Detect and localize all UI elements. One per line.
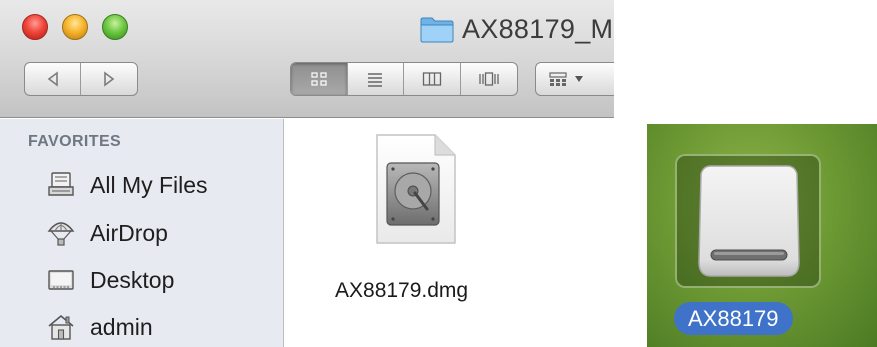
file-name: AX88179.dmg	[335, 279, 469, 302]
icon-view-button[interactable]	[291, 63, 348, 95]
back-arrow-icon	[47, 71, 58, 87]
arrange-menu-button[interactable]	[535, 62, 614, 96]
sidebar-item-label: AirDrop	[90, 219, 168, 246]
desktop-icon	[48, 270, 74, 290]
close-button[interactable]	[22, 14, 48, 40]
forward-arrow-icon	[104, 71, 115, 87]
sidebar-item-admin[interactable]: admin	[46, 309, 153, 345]
column-view-icon	[422, 72, 441, 86]
finder-content-area: AX88179.dmg	[285, 119, 614, 347]
list-view-icon	[368, 73, 383, 87]
icon-view-icon	[311, 72, 327, 86]
view-mode-control	[290, 62, 518, 96]
drive-name-label[interactable]: AX88179	[674, 302, 793, 335]
back-forward-control	[24, 62, 138, 96]
window-title: AX88179_M	[420, 12, 613, 46]
sidebar-item-label: All My Files	[90, 171, 208, 198]
sidebar-item-label: admin	[90, 313, 153, 340]
cover-flow-icon	[479, 72, 499, 86]
sidebar-item-all-my-files[interactable]: All My Files	[46, 167, 208, 203]
sidebar-heading-favorites: FAVORITES	[28, 133, 122, 150]
back-button[interactable]	[25, 63, 82, 95]
cover-flow-button[interactable]	[461, 63, 518, 95]
folder-icon	[420, 17, 454, 43]
arrange-menu-content	[536, 63, 614, 95]
desktop-background: AX88179	[647, 124, 877, 347]
finder-sidebar: FAVORITES All My Files AirDrop Desktop a…	[0, 119, 284, 347]
all-my-files-icon	[48, 172, 74, 196]
finder-window: AX88179_M FAVORITES All My Files AirDrop…	[0, 0, 614, 347]
chevron-down-icon	[575, 76, 583, 82]
zoom-button[interactable]	[102, 14, 128, 40]
home-icon	[48, 314, 74, 340]
minimize-button[interactable]	[62, 14, 88, 40]
disk-image-icon	[376, 134, 456, 244]
arrange-menu-icon	[549, 72, 567, 86]
list-view-button[interactable]	[348, 63, 404, 95]
external-drive-icon	[698, 165, 800, 277]
finder-toolbar: AX88179_M	[0, 0, 614, 118]
column-view-button[interactable]	[404, 63, 461, 95]
airdrop-icon	[47, 222, 75, 246]
window-title-text: AX88179_M	[462, 13, 614, 44]
sidebar-item-airdrop[interactable]: AirDrop	[46, 215, 168, 251]
sidebar-item-desktop[interactable]: Desktop	[46, 262, 174, 298]
forward-button[interactable]	[81, 63, 137, 95]
sidebar-item-label: Desktop	[90, 266, 175, 293]
